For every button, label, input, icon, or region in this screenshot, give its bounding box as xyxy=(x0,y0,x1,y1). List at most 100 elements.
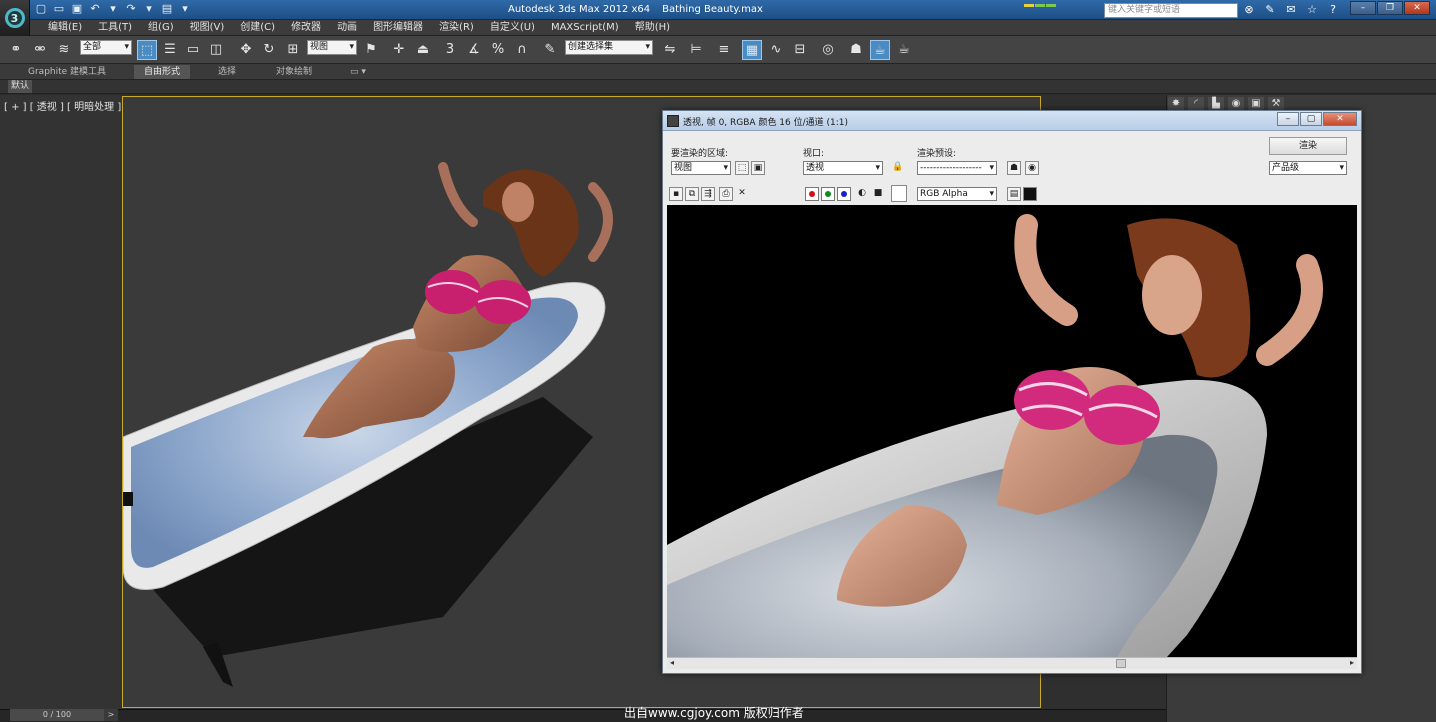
redo-icon[interactable]: ↷ xyxy=(124,2,138,16)
menu-maxscript[interactable]: MAXScript(M) xyxy=(543,21,627,35)
schematic-view-icon[interactable]: ⊟ xyxy=(790,40,810,60)
snaps-toggle-icon[interactable]: 3 xyxy=(440,40,460,60)
modify-tab-icon[interactable]: ◜ xyxy=(1188,97,1204,111)
default-panel-label[interactable]: 默认 xyxy=(8,80,33,93)
select-by-name-icon[interactable]: ☰ xyxy=(160,40,180,60)
subscription-icon[interactable]: ✎ xyxy=(1263,3,1277,16)
menu-create[interactable]: 创建(C) xyxy=(232,21,283,35)
project-icon[interactable]: ▤ xyxy=(160,2,174,16)
rendered-frame-window-icon[interactable]: ☕ xyxy=(870,40,890,60)
utilities-tab-icon[interactable]: ⚒ xyxy=(1268,97,1284,111)
motion-tab-icon[interactable]: ◉ xyxy=(1228,97,1244,111)
select-manipulate-icon[interactable]: ✛ xyxy=(389,40,409,60)
rect-selection-icon[interactable]: ▭ xyxy=(183,40,203,60)
minimize-button[interactable]: – xyxy=(1350,1,1376,15)
tab-object-paint[interactable]: 对象绘制 xyxy=(266,65,322,79)
named-selection-dropdown[interactable]: 创建选择集 xyxy=(565,40,653,55)
tab-graphite[interactable]: Graphite 建模工具 xyxy=(18,65,116,79)
window-crossing-icon[interactable]: ◫ xyxy=(206,40,226,60)
scroll-left-arrow-icon[interactable]: ◂ xyxy=(670,658,674,667)
time-slider[interactable]: 0 / 100 xyxy=(10,709,104,721)
new-file-icon[interactable]: ▢ xyxy=(34,2,48,16)
tab-selection[interactable]: 选择 xyxy=(208,65,246,79)
color-swatch[interactable] xyxy=(891,185,907,202)
reference-coord-dropdown[interactable]: 视图 xyxy=(307,40,357,55)
hierarchy-tab-icon[interactable]: ▙ xyxy=(1208,97,1224,111)
scroll-thumb[interactable] xyxy=(1116,659,1126,668)
select-object-icon[interactable]: ⬚ xyxy=(137,40,157,60)
viewport-select-dropdown[interactable]: 透视 xyxy=(803,161,883,175)
auto-region-icon[interactable]: ▣ xyxy=(751,161,765,175)
alpha-channel-icon[interactable]: ◐ xyxy=(855,187,869,201)
edit-region-icon[interactable]: ⬚ xyxy=(735,161,749,175)
help-icon[interactable]: ? xyxy=(1326,3,1340,16)
link-icon[interactable]: ⚭ xyxy=(6,40,26,60)
undo-icon[interactable]: ↶ xyxy=(88,2,102,16)
tab-freeform[interactable]: 自由形式 xyxy=(134,65,191,79)
selection-filter-dropdown[interactable]: 全部 xyxy=(80,40,132,55)
menu-edit[interactable]: 编辑(E) xyxy=(40,21,90,35)
save-image-icon[interactable]: ▪ xyxy=(669,187,683,201)
render-setup-icon[interactable]: ☗ xyxy=(846,40,866,60)
undo-dropdown-icon[interactable]: ▾ xyxy=(106,2,120,16)
restore-button[interactable]: ❐ xyxy=(1377,1,1403,15)
close-button[interactable]: ✕ xyxy=(1404,1,1430,15)
edit-named-selection-icon[interactable]: ✎ xyxy=(540,40,560,60)
unlink-icon[interactable]: ⚮ xyxy=(30,40,50,60)
display-channel-dropdown[interactable]: RGB Alpha xyxy=(917,187,997,201)
scroll-right-arrow-icon[interactable]: ▸ xyxy=(1350,658,1354,667)
graphite-toggle-icon[interactable]: ▦ xyxy=(742,40,762,60)
menu-views[interactable]: 视图(V) xyxy=(182,21,233,35)
print-image-icon[interactable]: ⎙ xyxy=(719,187,733,201)
binoculars-icon[interactable]: ⊗ xyxy=(1242,3,1256,16)
lock-viewport-icon[interactable]: 🔒 xyxy=(891,161,905,175)
red-channel-toggle[interactable] xyxy=(805,187,819,201)
move-icon[interactable]: ✥ xyxy=(236,40,256,60)
bind-spacewarp-icon[interactable]: ≋ xyxy=(54,40,74,60)
menu-customize[interactable]: 自定义(U) xyxy=(482,21,543,35)
create-tab-icon[interactable]: ✸ xyxy=(1168,97,1184,111)
menu-graph-editors[interactable]: 图形编辑器 xyxy=(365,21,431,35)
redo-dropdown-icon[interactable]: ▾ xyxy=(142,2,156,16)
spinner-snap-icon[interactable]: ∩ xyxy=(512,40,532,60)
save-icon[interactable]: ▣ xyxy=(70,2,84,16)
render-button[interactable]: 渲染 xyxy=(1269,137,1347,155)
render-production-icon[interactable]: ☕ xyxy=(894,40,914,60)
render-maximize-button[interactable]: ▢ xyxy=(1300,112,1322,126)
angle-snap-icon[interactable]: ∡ xyxy=(464,40,484,60)
render-quality-dropdown[interactable]: 产品级 xyxy=(1269,161,1347,175)
render-horizontal-scrollbar[interactable]: ◂ ▸ xyxy=(667,657,1357,669)
align-icon[interactable]: ⊨ xyxy=(686,40,706,60)
scale-icon[interactable]: ⊞ xyxy=(283,40,303,60)
search-input[interactable]: 键入关键字或短语 xyxy=(1104,3,1238,18)
render-minimize-button[interactable]: – xyxy=(1277,112,1299,126)
clone-window-icon[interactable]: ⇶ xyxy=(701,187,715,201)
render-preset-dropdown[interactable]: ------------------- xyxy=(917,161,997,175)
viewport-label[interactable]: [ + ] [ 透视 ] [ 明暗处理 ] xyxy=(4,98,121,113)
next-frame-button[interactable]: > xyxy=(104,709,118,721)
communication-icon[interactable]: ✉ xyxy=(1284,3,1298,16)
green-channel-toggle[interactable] xyxy=(821,187,835,201)
toggle-ui-icon[interactable] xyxy=(1023,187,1037,201)
app-menu-button[interactable]: 3 xyxy=(0,0,30,36)
area-to-render-dropdown[interactable]: 视图 xyxy=(671,161,731,175)
mirror-icon[interactable]: ⇋ xyxy=(660,40,680,60)
favorites-icon[interactable]: ☆ xyxy=(1305,3,1319,16)
monochrome-icon[interactable]: ■ xyxy=(871,187,885,201)
percent-snap-icon[interactable]: % xyxy=(488,40,508,60)
keyboard-shortcut-icon[interactable]: ⏏ xyxy=(413,40,433,60)
environment-effects-icon[interactable]: ◉ xyxy=(1025,161,1039,175)
menu-modifiers[interactable]: 修改器 xyxy=(283,21,329,35)
open-file-icon[interactable]: ▭ xyxy=(52,2,66,16)
clear-image-icon[interactable]: ✕ xyxy=(735,187,749,201)
curve-editor-icon[interactable]: ∿ xyxy=(766,40,786,60)
blue-channel-toggle[interactable] xyxy=(837,187,851,201)
layer-manager-icon[interactable]: ≡ xyxy=(714,40,734,60)
render-setup-icon[interactable]: ☗ xyxy=(1007,161,1021,175)
menu-rendering[interactable]: 渲染(R) xyxy=(431,21,482,35)
pivot-center-icon[interactable]: ⚑ xyxy=(361,40,381,60)
display-tab-icon[interactable]: ▣ xyxy=(1248,97,1264,111)
menu-group[interactable]: 组(G) xyxy=(140,21,182,35)
customize-qat-icon[interactable]: ▾ xyxy=(178,2,192,16)
render-close-button[interactable]: ✕ xyxy=(1323,112,1357,126)
